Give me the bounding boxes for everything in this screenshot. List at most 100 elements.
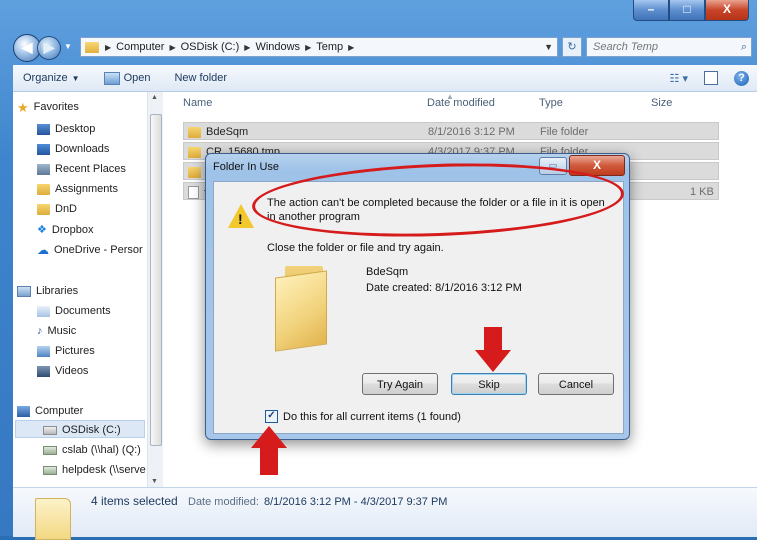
breadcrumb-temp[interactable]: Temp (316, 41, 343, 53)
nav-item-label: helpdesk (\\serve (62, 464, 146, 476)
folder-icon (188, 166, 201, 178)
file-date: 8/1/2016 3:12 PM (428, 126, 515, 138)
nav-item-label: Videos (55, 365, 89, 377)
arrow-head-up (251, 426, 287, 448)
search-input[interactable] (591, 40, 735, 54)
chevron-right-icon[interactable]: ▶ (244, 43, 250, 52)
nav-item-label: cslab (\\hal) (Q:) (62, 444, 141, 456)
new-folder-label: New folder (174, 72, 228, 84)
nav-item-recent-places[interactable]: Recent Places (37, 163, 126, 175)
folder-large-icon (271, 264, 345, 354)
chevron-right-icon[interactable]: ▶ (169, 43, 175, 52)
chevron-right-icon[interactable]: ▶ (105, 43, 111, 52)
nav-item-pictures[interactable]: Pictures (37, 345, 95, 357)
nav-item-label: OSDisk (C:) (62, 424, 121, 436)
address-dropdown[interactable]: ▼ (544, 42, 557, 52)
column-header-size[interactable]: Size (651, 97, 672, 109)
open-icon (103, 71, 120, 85)
forward-button[interactable]: ▶ (37, 36, 61, 60)
nav-item-label: Dropbox (51, 223, 94, 236)
file-icon (188, 186, 199, 199)
arrow-head-down (475, 350, 511, 372)
apply-to-all-checkbox[interactable]: ✓ Do this for all current items (1 found… (265, 410, 461, 423)
new-folder-button[interactable]: New folder (164, 72, 241, 84)
nav-item-music[interactable]: ♪ Music (37, 325, 76, 337)
organize-button[interactable]: Organize ▼ (13, 72, 94, 84)
nav-item-label: DnD (55, 203, 78, 215)
nav-item-osdisk[interactable]: OSDisk (C:) (43, 424, 121, 436)
desktop-icon (37, 123, 50, 135)
column-header-date[interactable]: Date modified (427, 97, 495, 109)
nav-favorites[interactable]: ★ Favorites (17, 99, 79, 115)
dropbox-icon: ❖ (37, 224, 47, 236)
preview-pane-icon[interactable] (704, 71, 718, 85)
change-view-icon[interactable]: ☷ ▾ (670, 72, 688, 85)
chevron-right-icon[interactable]: ▶ (305, 43, 311, 52)
star-icon: ★ (17, 99, 29, 115)
skip-button[interactable]: Skip (451, 373, 527, 395)
recent-pages-dropdown[interactable]: ▼ (64, 42, 72, 51)
navigation-pane: ★ Favorites Desktop Downloads Recent Pla… (13, 92, 147, 487)
nav-item-videos[interactable]: Videos (37, 365, 88, 377)
nav-item-helpdesk[interactable]: helpdesk (\\serve (43, 464, 146, 476)
nav-libraries[interactable]: Libraries (17, 285, 78, 297)
nav-item-dropbox[interactable]: ❖ Dropbox (37, 223, 94, 237)
command-bar: Organize ▼ Open New folder ☷ ▾ ? (13, 65, 757, 92)
chevron-right-icon[interactable]: ▶ (348, 43, 354, 52)
file-type: File folder (540, 126, 589, 138)
close-window-button[interactable]: X (705, 0, 749, 21)
cancel-button[interactable]: Cancel (538, 373, 614, 395)
cloud-icon: ☁ (37, 243, 49, 257)
breadcrumb-osdisk[interactable]: OSDisk (C:) (181, 41, 240, 53)
date-modified-value: 8/1/2016 3:12 PM - 4/3/2017 9:37 PM (264, 496, 448, 508)
file-name-cell: BdeSqm (188, 126, 248, 138)
network-drive-icon (43, 465, 57, 475)
refresh-button[interactable]: ↻ (562, 37, 582, 57)
help-icon[interactable]: ? (734, 70, 749, 86)
nav-item-dnd[interactable]: DnD (37, 203, 77, 215)
folder-icon (188, 126, 201, 138)
nav-item-desktop[interactable]: Desktop (37, 123, 95, 135)
chevron-down-icon: ▼ (71, 73, 80, 83)
warning-exclamation: ! (238, 211, 243, 227)
folder-icon (85, 41, 99, 53)
scroll-up-icon[interactable]: ▲ (151, 94, 158, 101)
nav-item-documents[interactable]: Documents (37, 305, 111, 317)
try-again-button[interactable]: Try Again (362, 373, 438, 395)
nav-computer-label: Computer (35, 405, 84, 417)
search-icon[interactable]: ⌕ (741, 41, 747, 54)
scroll-down-icon[interactable]: ▼ (151, 478, 158, 485)
nav-favorites-label: Favorites (33, 101, 79, 113)
file-size: 1 KB (690, 186, 714, 198)
nav-item-assignments[interactable]: Assignments (37, 183, 118, 195)
maximize-button[interactable]: □ (669, 0, 705, 21)
nav-scrollbar[interactable]: ▲ ▼ (147, 92, 163, 487)
open-button[interactable]: Open (94, 71, 165, 85)
breadcrumb-computer[interactable]: Computer (116, 41, 164, 53)
nav-computer[interactable]: Computer (17, 405, 83, 417)
pictures-icon (37, 345, 50, 357)
checkbox-checked-icon[interactable]: ✓ (265, 410, 278, 423)
selection-count: 4 items selected (91, 494, 178, 508)
dialog-instruction: Close the folder or file and try again. (267, 242, 444, 254)
file-row[interactable]: BdeSqm 8/1/2016 3:12 PM File folder (183, 122, 719, 140)
downloads-icon (37, 143, 50, 155)
scrollbar-thumb[interactable] (150, 114, 162, 446)
breadcrumb-windows[interactable]: Windows (255, 41, 300, 53)
search-box[interactable]: ⌕ (586, 37, 752, 57)
dialog-item-name: BdeSqm (366, 266, 409, 278)
dialog-title: Folder In Use (213, 161, 280, 173)
address-bar[interactable]: ▶ Computer ▶ OSDisk (C:) ▶ Windows ▶ Tem… (80, 37, 558, 57)
network-drive-icon (43, 445, 57, 455)
nav-item-downloads[interactable]: Downloads (37, 143, 109, 155)
nav-item-cslab[interactable]: cslab (\\hal) (Q:) (43, 444, 141, 456)
nav-item-onedrive[interactable]: ☁ OneDrive - Persor (37, 243, 143, 257)
computer-icon (17, 405, 30, 417)
documents-icon (37, 305, 50, 317)
column-header-type[interactable]: Type (539, 97, 563, 109)
column-header-name[interactable]: Name (183, 97, 212, 109)
apply-to-all-label: Do this for all current items (1 found) (283, 410, 461, 423)
folder-front (275, 270, 327, 352)
minimize-button[interactable]: – (633, 0, 669, 21)
folder-icon (188, 146, 201, 158)
